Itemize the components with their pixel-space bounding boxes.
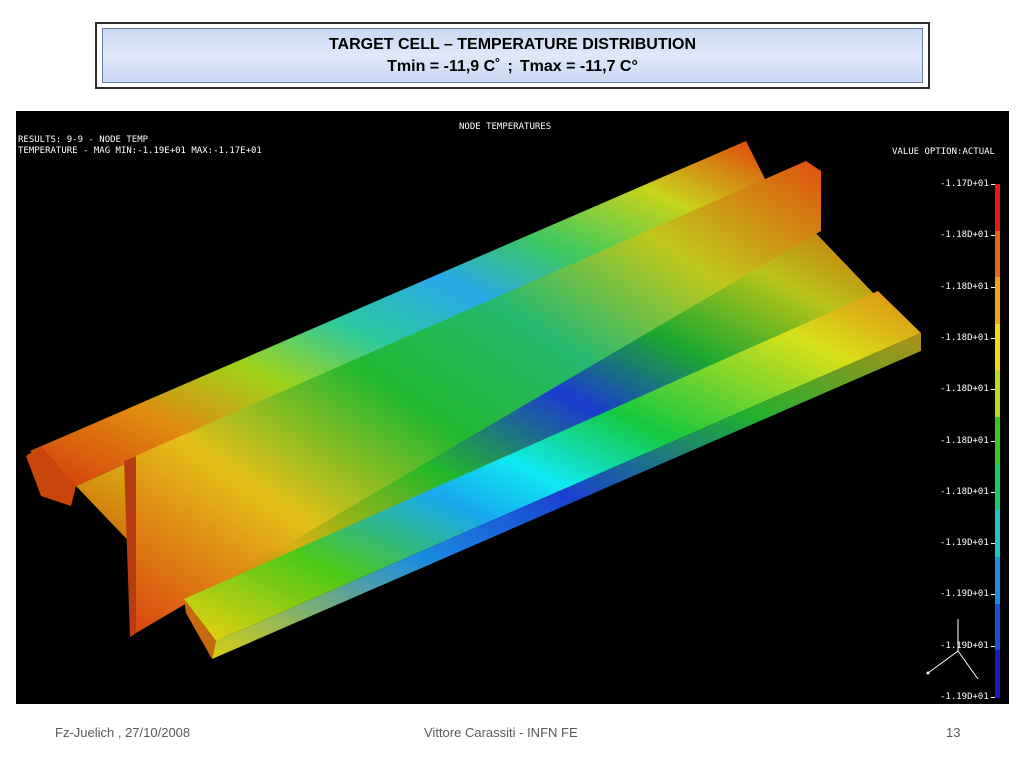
results-line1: RESULTS: 9-9 - NODE TEMP	[18, 135, 149, 145]
slide-title-box: TARGET CELL – TEMPERATURE DISTRIBUTION T…	[95, 22, 930, 89]
legend-swatch	[995, 463, 1000, 512]
legend-swatch	[995, 510, 1000, 559]
legend-swatch	[995, 230, 1000, 279]
legend-swatch	[995, 277, 1000, 325]
tmax-text: Tmax = -11,7 C°	[519, 57, 638, 75]
legend-label: -1.19D+01	[940, 538, 989, 549]
results-line2: TEMPERATURE - MAG MIN:-1.19E+01 MAX:-1.1…	[18, 146, 262, 156]
legend-label: -1.18D+01	[940, 384, 989, 395]
legend-swatch	[995, 603, 1000, 652]
slide-number: 13	[946, 725, 961, 740]
plot-header: NODE TEMPERATURES	[459, 122, 552, 132]
fea-plot-panel: RESULTS: 9-9 - NODE TEMP TEMPERATURE - M…	[16, 111, 1009, 704]
slide-title-inner: TARGET CELL – TEMPERATURE DISTRIBUTION T…	[102, 28, 923, 83]
value-option-label: VALUE OPTION:ACTUAL	[892, 147, 995, 157]
legend-swatch	[995, 184, 1000, 232]
legend-label: -1.17D+01	[940, 179, 989, 189]
legend-swatch	[995, 557, 1000, 605]
legend-label: -1.18D+01	[940, 435, 989, 446]
footer-date: Fz-Juelich , 27/10/2008	[55, 725, 191, 740]
slide-title-line1: TARGET CELL – TEMPERATURE DISTRIBUTION	[328, 35, 697, 53]
legend-label: -1.19D+01	[940, 589, 989, 600]
legend-label: -1.18D+01	[940, 332, 989, 343]
legend-label: -1.18D+01	[940, 281, 989, 292]
legend-swatch	[995, 650, 1000, 698]
legend-swatch	[995, 370, 1000, 419]
tmin-text: Tmin = -11,9 C˚	[387, 57, 501, 75]
slide-title-line2: Tmin = -11,9 C˚; Tmax = -11,7 C°	[387, 56, 638, 78]
footer-author: Vittore Carassiti - INFN FE	[424, 725, 578, 740]
legend-label: -1.19D+01	[940, 640, 989, 651]
title-separator: ;	[507, 57, 513, 75]
legend-label: -1.19D+01	[940, 692, 989, 702]
fea-model-graphic	[26, 141, 979, 680]
legend-label: -1.18D+01	[940, 230, 989, 241]
legend-swatch	[995, 323, 1000, 372]
legend-label: -1.18D+01	[940, 486, 989, 497]
legend-swatch	[995, 417, 1000, 465]
